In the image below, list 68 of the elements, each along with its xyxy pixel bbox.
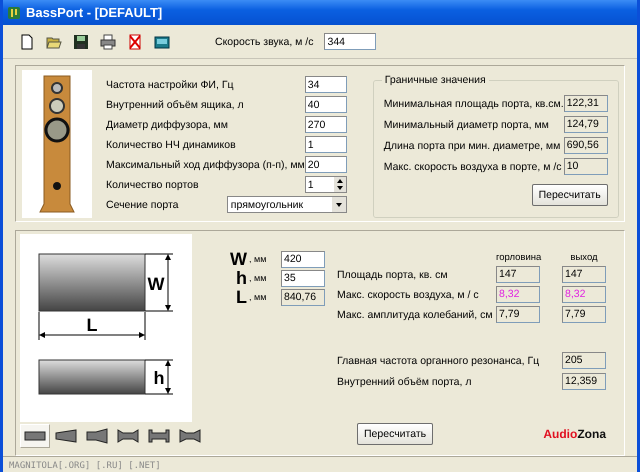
parameter-label: Внутренний объём ящика, л xyxy=(106,98,244,110)
result-value-display: 205 xyxy=(562,352,606,369)
delete-icon[interactable] xyxy=(127,34,143,50)
port-shape-icon xyxy=(115,428,141,444)
column-header: горловина xyxy=(496,252,540,263)
parameter-label: Количество НЧ динамиков xyxy=(106,138,236,150)
port-shape-icon xyxy=(53,428,79,444)
dimension-letter: L xyxy=(235,288,247,306)
recalculate-button[interactable]: Пересчитать xyxy=(357,423,434,445)
limit-label: Минимальная площадь порта, кв.см. xyxy=(384,98,564,110)
port-dimensions-drawing: W L h xyxy=(20,234,192,422)
recalculate-button[interactable]: Пересчитать xyxy=(532,184,608,206)
result-value-display: 147 xyxy=(496,266,540,283)
dimension-unit: , мм xyxy=(248,292,268,302)
port-shape-icon xyxy=(84,428,110,444)
dimension-field[interactable]: 35 xyxy=(281,270,325,286)
limit-label: Макс. скорость воздуха в порте, м /с xyxy=(384,160,562,172)
limit-label: Минимальный диаметр порта, мм xyxy=(384,118,549,130)
limit-value-display: 690,56 xyxy=(564,137,608,154)
save-icon[interactable] xyxy=(73,34,89,50)
port-shape-button[interactable] xyxy=(20,424,50,448)
result-value-display: 12,359 xyxy=(562,373,606,390)
dimension-value-display: 840,76 xyxy=(281,288,325,306)
spin-field[interactable]: 1 xyxy=(304,176,347,193)
result-label: Внутренний объём порта, л xyxy=(337,376,472,388)
result-value-display: 7,79 xyxy=(562,306,606,323)
app-icon xyxy=(7,6,21,20)
result-label: Макс. скорость воздуха, м / с xyxy=(337,288,480,300)
group-title: Граничные значения xyxy=(382,74,489,86)
limit-value-display: 124,79 xyxy=(564,116,608,133)
sound-speed-label: Скорость звука, м /с xyxy=(215,36,314,48)
new-file-icon[interactable] xyxy=(19,34,35,50)
parameter-label: Сечение порта xyxy=(106,198,178,210)
port-section-dropdown[interactable]: прямоугольник xyxy=(226,196,347,213)
result-label: Главная частота органного резонанса, Гц xyxy=(337,354,540,366)
parameter-label: Частота настройки ФИ, Гц xyxy=(106,78,234,90)
audiozona-logo: AudioZona xyxy=(543,427,606,441)
limit-label: Длина порта при мин. диаметре, мм xyxy=(384,140,560,152)
parameter-field[interactable]: 270 xyxy=(304,116,347,133)
result-label: Макс. амплитуда колебаний, см xyxy=(337,308,494,320)
dimension-field[interactable]: 420 xyxy=(281,250,325,268)
dimension-letter: h xyxy=(235,269,247,287)
port-shape-icon xyxy=(146,428,172,444)
dimension-unit: , мм xyxy=(248,273,268,283)
parameter-label: Количество портов xyxy=(106,178,199,190)
status-text: MAGNITOLA[.ORG] [.RU] [.NET] xyxy=(9,460,161,470)
parameter-field[interactable]: 34 xyxy=(304,76,347,93)
result-value-display: 8,32 xyxy=(496,286,540,303)
dimension-letter: W xyxy=(229,250,247,268)
parameter-field[interactable]: 1 xyxy=(304,136,347,153)
calculator-icon[interactable] xyxy=(154,34,170,50)
parameter-label: Диаметр диффузора, мм xyxy=(106,118,228,130)
column-header: выход xyxy=(569,252,599,263)
port-shape-icon xyxy=(177,428,203,444)
spin-arrows-icon[interactable] xyxy=(334,177,346,192)
parameter-field[interactable]: 40 xyxy=(304,96,347,113)
limit-value-display: 10 xyxy=(564,158,608,175)
parameter-label: Максимальный ход диффузора (п-п), мм xyxy=(106,158,305,170)
result-value-display: 8,32 xyxy=(562,286,606,303)
result-value-display: 7,79 xyxy=(496,306,540,323)
printer-icon[interactable] xyxy=(100,34,116,50)
window-title: BassPort - [DEFAULT] xyxy=(26,5,162,20)
dimension-unit: , мм xyxy=(248,254,268,264)
result-value-display: 147 xyxy=(562,266,606,283)
parameter-field[interactable]: 20 xyxy=(304,156,347,173)
result-label: Площадь порта, кв. см xyxy=(337,268,449,280)
limit-value-display: 122,31 xyxy=(564,95,608,112)
sound-speed-field[interactable]: 344 xyxy=(324,33,376,50)
